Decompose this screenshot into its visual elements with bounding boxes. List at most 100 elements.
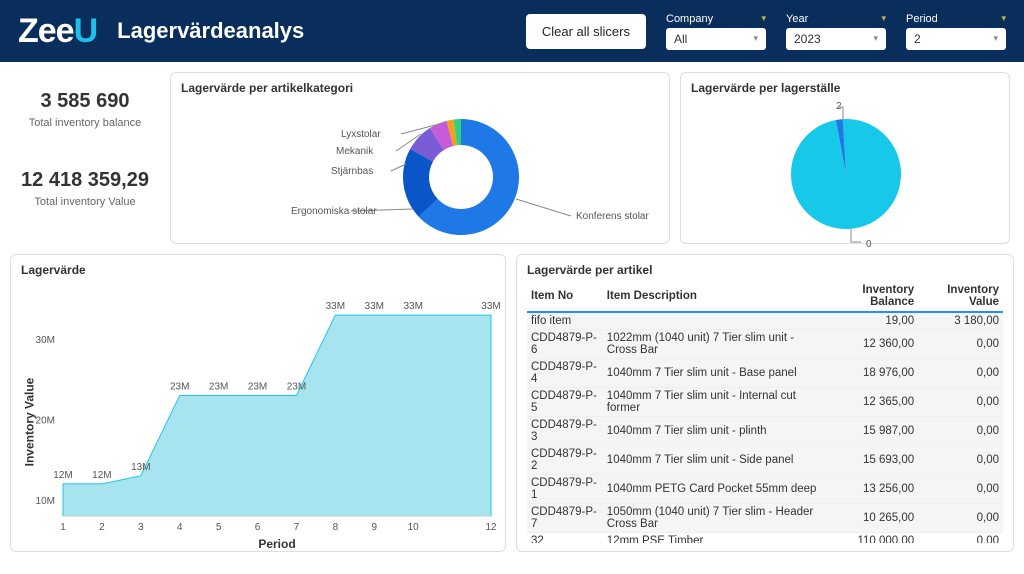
x-tick: 1 <box>60 522 66 533</box>
table-cell: 0,00 <box>918 504 1003 533</box>
table-header[interactable]: Item No <box>527 281 603 312</box>
logo: ZeeU <box>18 12 97 51</box>
slicer-year[interactable]: Year ▾ 2023 ▾ <box>786 13 886 50</box>
table-cell: CDD4879-P-6 <box>527 330 603 359</box>
data-label: 23M <box>209 381 228 392</box>
data-label: 33M <box>326 301 345 312</box>
table-cell: CDD4879-P-3 <box>527 417 603 446</box>
chevron-down-icon: ▾ <box>881 13 886 24</box>
table-cell: 12 365,00 <box>823 388 918 417</box>
data-label: 13M <box>131 462 150 473</box>
table-cell: 0,00 <box>918 330 1003 359</box>
slicer-label: Period <box>906 13 938 25</box>
table-row[interactable]: CDD4879-P-41040mm 7 Tier slim unit - Bas… <box>527 359 1003 388</box>
table-cell: fifo item <box>527 312 603 330</box>
table-cell: 3 180,00 <box>918 312 1003 330</box>
table-row[interactable]: CDD4879-P-61022mm (1040 unit) 7 Tier sli… <box>527 330 1003 359</box>
kpi-label: Total inventory Value <box>10 196 160 208</box>
table-cell: 1040mm 7 Tier slim unit - Internal cut f… <box>603 388 823 417</box>
table-cell: CDD4879-P-2 <box>527 446 603 475</box>
area-chart-card: Lagervärde Inventory Value 10M20M30M12M1… <box>10 254 506 552</box>
table-card: Lagervärde per artikel Item NoItem Descr… <box>516 254 1014 552</box>
table-cell: 32 <box>527 533 603 544</box>
area-series[interactable] <box>63 315 491 516</box>
slicer-label: Year <box>786 13 808 25</box>
y-tick: 30M <box>36 335 55 346</box>
donut-chart: Konferens stolar Ergonomiska stolar Stjärn… <box>181 99 661 249</box>
logo-text-accent: U <box>74 12 98 50</box>
kpi-inventory-value: 12 418 359,29 Total inventory Value <box>10 169 160 208</box>
table-cell: 1022mm (1040 unit) 7 Tier slim unit - Cr… <box>603 330 823 359</box>
table-cell: CDD4879-P-1 <box>527 475 603 504</box>
table-cell: 18 976,00 <box>823 359 918 388</box>
chevron-down-icon: ▾ <box>873 33 878 44</box>
kpi-inventory-balance: 3 585 690 Total inventory balance <box>10 90 160 129</box>
donut-label: Lyxstolar <box>341 129 381 140</box>
donut-chart-card: Lagervärde per artikelkategori Konferens… <box>170 72 670 244</box>
slicer-value: 2023 <box>794 32 821 46</box>
slicer-label: Company <box>666 13 713 25</box>
data-label: 33M <box>481 301 500 312</box>
table-row[interactable]: fifo item 19,003 180,00 <box>527 312 1003 330</box>
card-title: Lagervärde <box>21 263 495 277</box>
donut-label: Mekanik <box>336 146 374 157</box>
table-row[interactable]: CDD4879-P-71050mm (1040 unit) 7 Tier sli… <box>527 504 1003 533</box>
pie-chart-card: Lagervärde per lagerställe 02 <box>680 72 1010 244</box>
table-cell: 10 265,00 <box>823 504 918 533</box>
x-tick: 8 <box>333 522 339 533</box>
table-cell: 0,00 <box>918 359 1003 388</box>
table-cell: 1040mm 7 Tier slim unit - Base panel <box>603 359 823 388</box>
table-row[interactable]: 3212mm PSE Timber110 000,000,00 <box>527 533 1003 544</box>
slicer-value: All <box>674 32 687 46</box>
table-row[interactable]: CDD4879-P-31040mm 7 Tier slim unit - pli… <box>527 417 1003 446</box>
x-tick: 2 <box>99 522 105 533</box>
table-header[interactable]: Inventory Value <box>918 281 1003 312</box>
area-chart: 10M20M30M12M12M13M23M23M23M23M33M33M33M3… <box>21 281 501 551</box>
data-label: 23M <box>287 381 306 392</box>
card-title: Lagervärde per artikelkategori <box>181 81 659 95</box>
inventory-table: Item NoItem DescriptionInventory Balance… <box>527 281 1003 543</box>
table-header[interactable]: Inventory Balance <box>823 281 918 312</box>
logo-text-main: Zee <box>18 12 74 50</box>
table-cell: 1040mm PETG Card Pocket 55mm deep <box>603 475 823 504</box>
slicer-period[interactable]: Period▾ 2▾ <box>906 13 1006 50</box>
slicer-company[interactable]: Company ▾ All ▾ <box>666 13 766 50</box>
table-cell: 0,00 <box>918 446 1003 475</box>
data-label: 23M <box>170 381 189 392</box>
table-cell: CDD4879-P-5 <box>527 388 603 417</box>
table-cell: 1040mm 7 Tier slim unit - plinth <box>603 417 823 446</box>
x-tick: 3 <box>138 522 144 533</box>
clear-all-slicers-button[interactable]: Clear all slicers <box>526 14 646 49</box>
table-row[interactable]: CDD4879-P-11040mm PETG Card Pocket 55mm … <box>527 475 1003 504</box>
data-label: 23M <box>248 381 267 392</box>
x-tick: 4 <box>177 522 183 533</box>
chevron-down-icon: ▾ <box>761 13 766 24</box>
table-cell: CDD4879-P-4 <box>527 359 603 388</box>
donut-label: Konferens stolar <box>576 211 649 222</box>
table-cell: 12mm PSE Timber <box>603 533 823 544</box>
pie-chart: 02 <box>691 99 1001 249</box>
data-label: 33M <box>365 301 384 312</box>
pie-label: 0 <box>866 239 872 249</box>
donut-label: Ergonomiska stolar <box>291 206 377 217</box>
data-label: 33M <box>403 301 422 312</box>
x-tick: 5 <box>216 522 222 533</box>
table-row[interactable]: CDD4879-P-51040mm 7 Tier slim unit - Int… <box>527 388 1003 417</box>
donut-label: Stjärnbas <box>331 166 373 177</box>
y-tick: 20M <box>36 416 55 427</box>
table-header[interactable]: Item Description <box>603 281 823 312</box>
y-axis-label: Inventory Value <box>22 378 36 467</box>
table-cell: 1050mm (1040 unit) 7 Tier slim - Header … <box>603 504 823 533</box>
table-cell: 15 987,00 <box>823 417 918 446</box>
kpi-value: 3 585 690 <box>10 90 160 113</box>
kpi-column: 3 585 690 Total inventory balance 12 418… <box>10 72 160 244</box>
table-row[interactable]: CDD4879-P-21040mm 7 Tier slim unit - Sid… <box>527 446 1003 475</box>
table-cell: 110 000,00 <box>823 533 918 544</box>
x-tick: 10 <box>408 522 420 533</box>
table-header-row: Item NoItem DescriptionInventory Balance… <box>527 281 1003 312</box>
chevron-down-icon: ▾ <box>753 33 758 44</box>
table-cell: 19,00 <box>823 312 918 330</box>
data-label: 12M <box>53 470 72 481</box>
table-cell: 0,00 <box>918 533 1003 544</box>
table-cell: 0,00 <box>918 417 1003 446</box>
